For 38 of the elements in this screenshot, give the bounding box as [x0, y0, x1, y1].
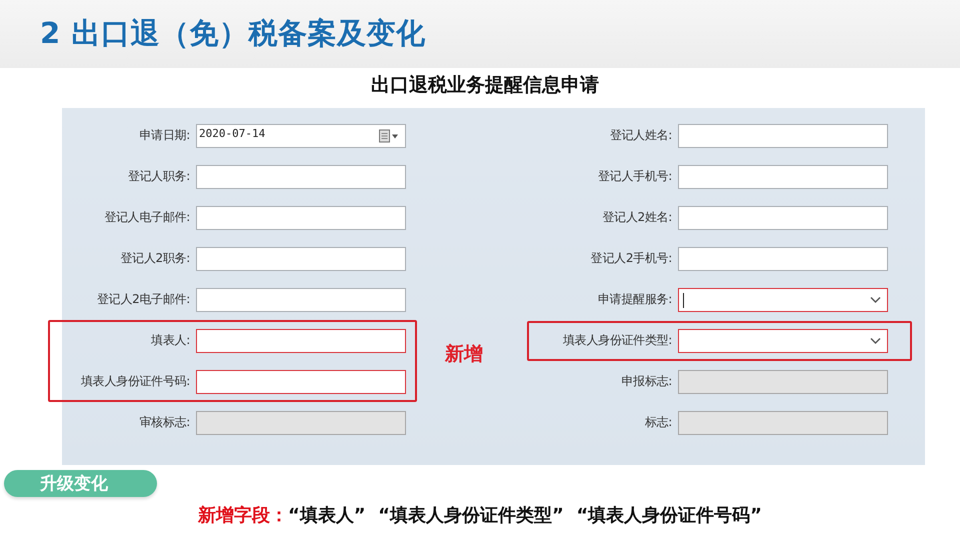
field-label: 填表人身份证件号码:: [80, 373, 191, 390]
chevron-icon: [870, 296, 881, 303]
text-field[interactable]: [678, 246, 888, 270]
field-label: 登记人2姓名:: [601, 209, 673, 226]
dropdown-field[interactable]: [678, 328, 888, 352]
text-field[interactable]: [196, 164, 406, 188]
field-label: 填表人:: [150, 332, 191, 349]
section-badge: 升级变化: [4, 470, 157, 497]
field-label: 申请日期:: [138, 127, 191, 144]
text-field[interactable]: [196, 328, 406, 352]
field-label: 申报标志:: [620, 373, 673, 390]
field-label: 申请提醒服务:: [597, 291, 673, 308]
field-label: 审核标志:: [138, 414, 191, 431]
text-field[interactable]: [196, 288, 406, 312]
dropdown-field[interactable]: [678, 288, 888, 312]
field-label: 登记人电子邮件:: [103, 209, 191, 226]
slide-title: 2 出口退（免）税备案及变化: [40, 15, 426, 52]
new-fields-label: 新增: [445, 342, 483, 367]
note-label: 新增字段：: [198, 504, 288, 527]
chevron-icon: [870, 337, 881, 344]
field-label: 登记人职务:: [126, 168, 191, 185]
form-title: 出口退税业务提醒信息申请: [371, 73, 599, 98]
date-field[interactable]: 2020-07-14: [196, 124, 406, 148]
field-label: 标志:: [644, 414, 673, 431]
text-field[interactable]: [678, 164, 888, 188]
field-label: 登记人姓名:: [608, 127, 673, 144]
calendar-icon[interactable]: [379, 129, 399, 142]
field-label: 登记人2手机号:: [590, 250, 673, 267]
field-label: 填表人身份证件类型:: [562, 332, 673, 349]
text-field[interactable]: [196, 246, 406, 270]
field-label: 登记人2电子邮件:: [96, 291, 191, 308]
text-field[interactable]: [196, 206, 406, 230]
field-label: 登记人手机号:: [597, 168, 673, 185]
text-field[interactable]: [196, 370, 406, 394]
field-label: 登记人2职务:: [119, 250, 191, 267]
text-field[interactable]: [678, 206, 888, 230]
text-field[interactable]: [678, 124, 888, 148]
note-text: “填表人” “填表人身份证件类型” “填表人身份证件号码”: [288, 504, 762, 527]
